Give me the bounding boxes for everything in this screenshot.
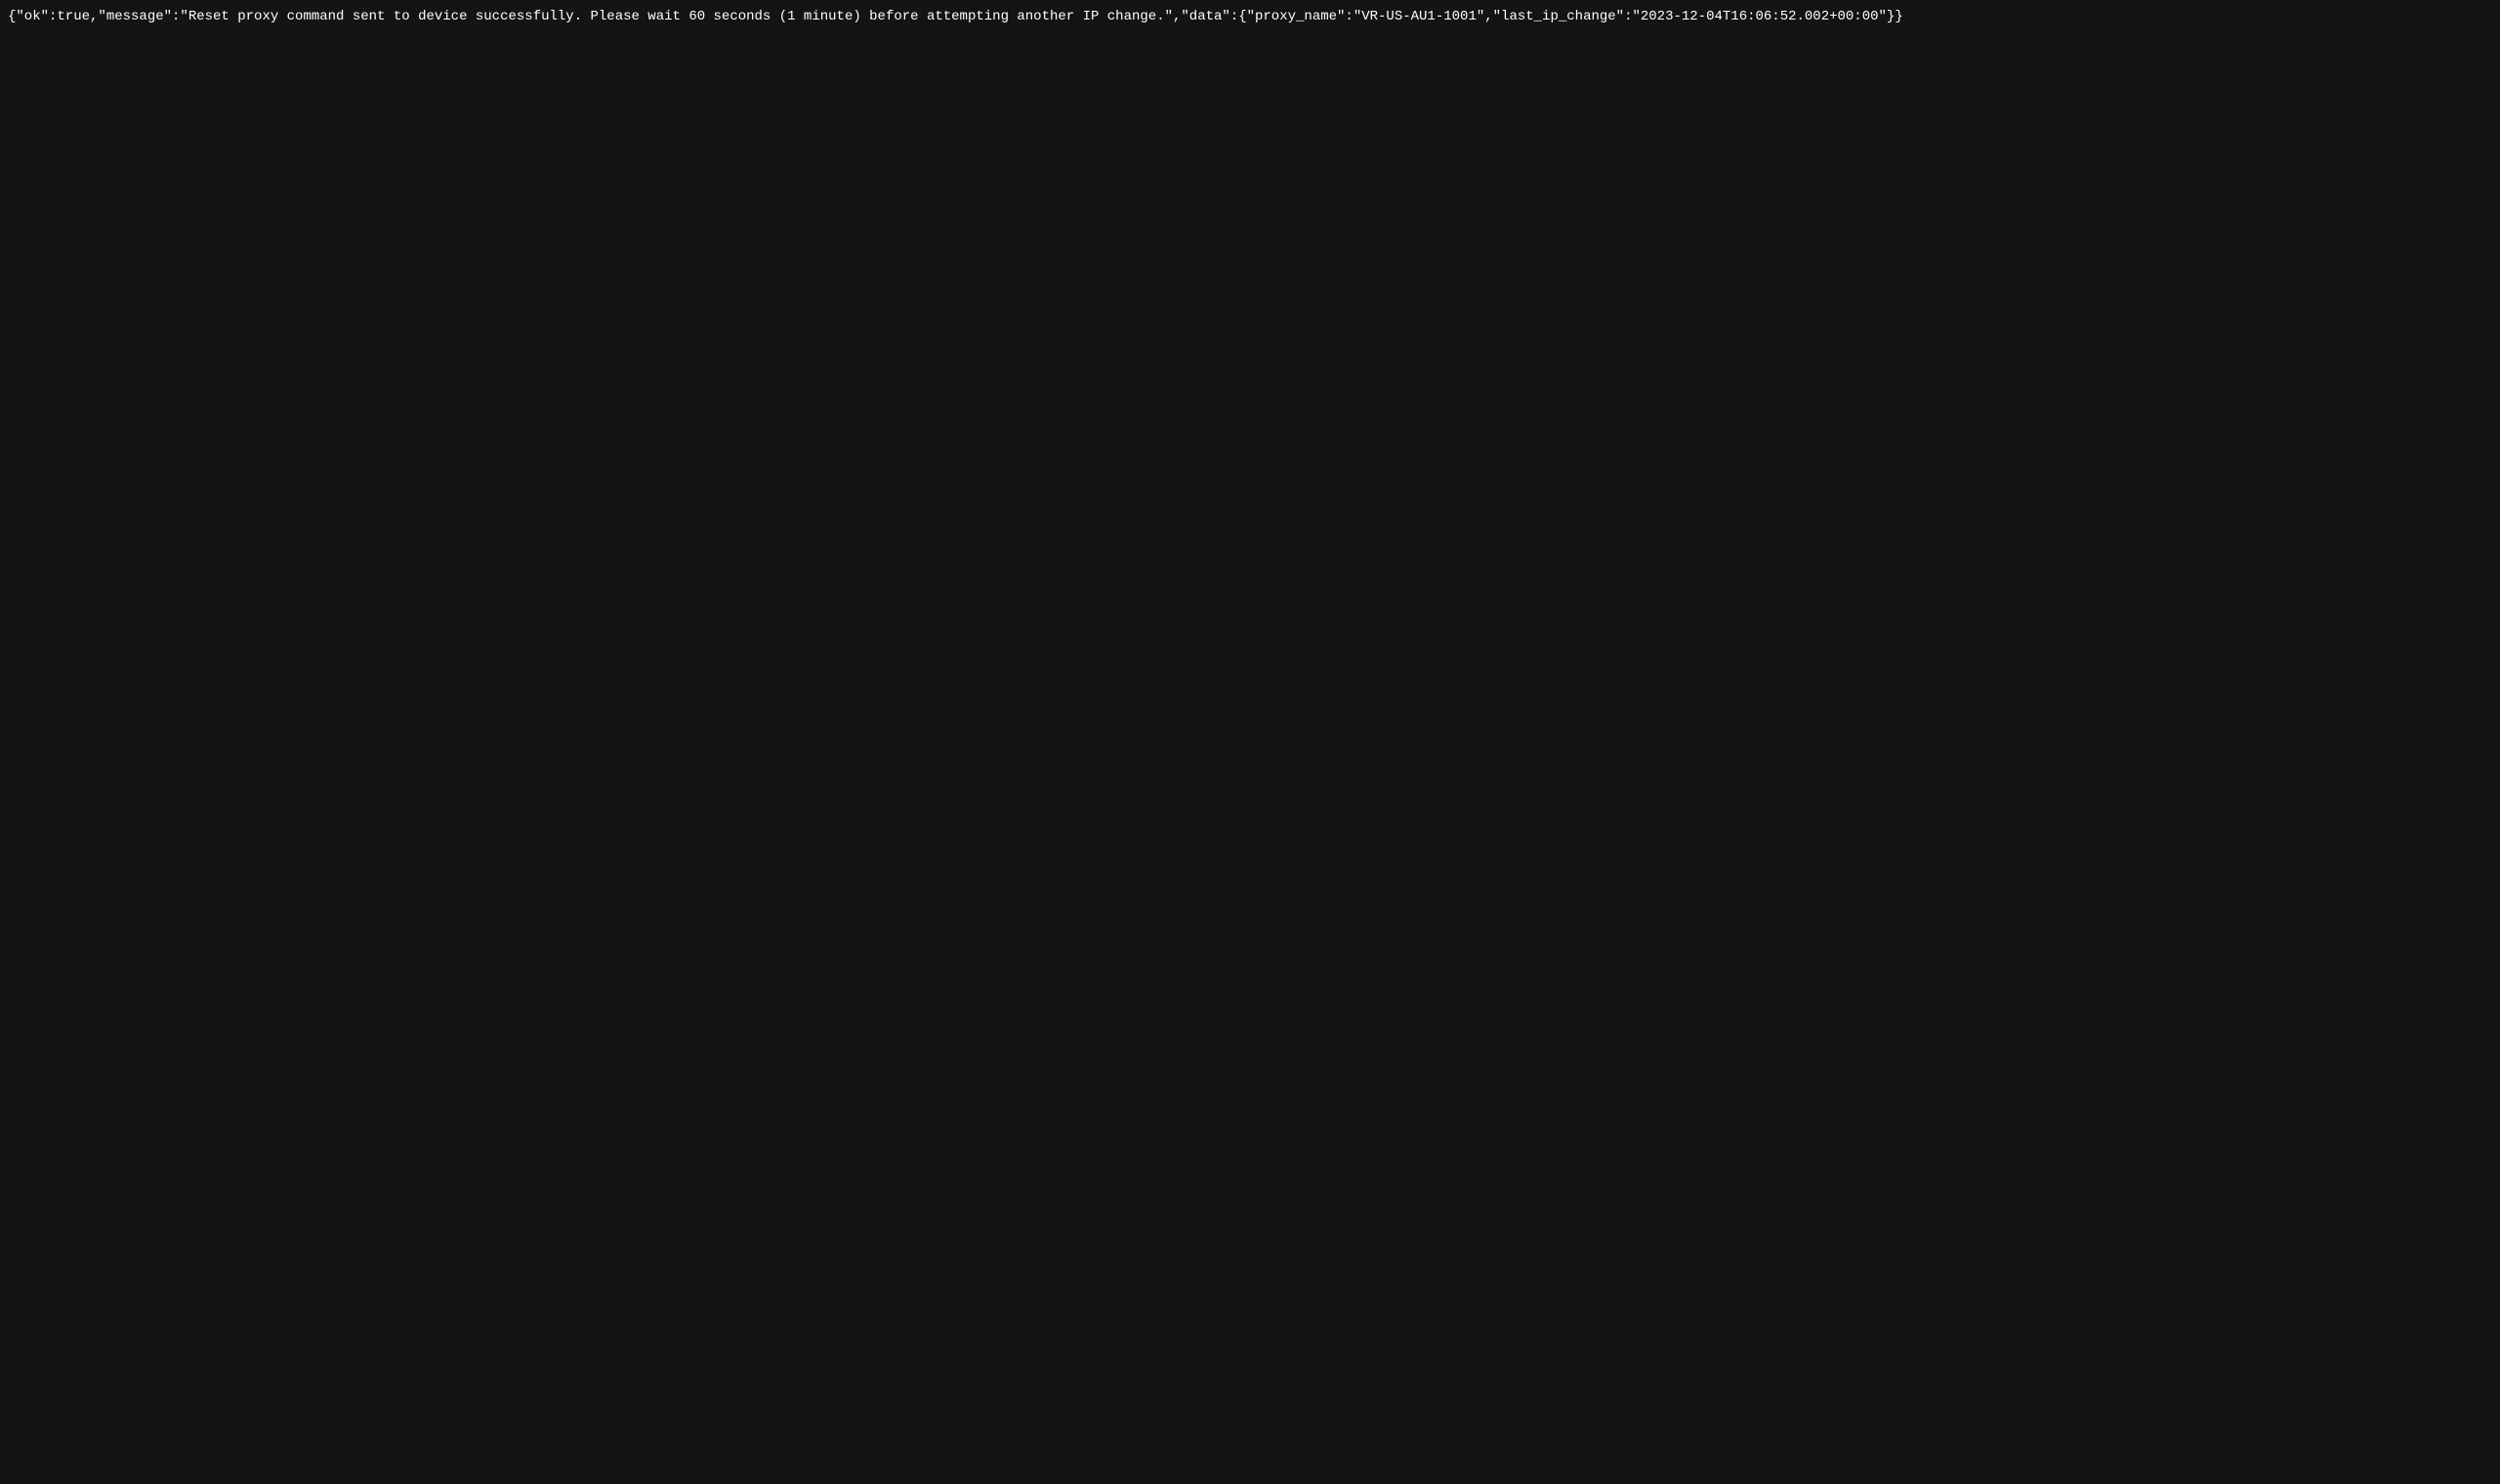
json-response-text: {"ok":true,"message":"Reset proxy comman… [8, 8, 2492, 27]
